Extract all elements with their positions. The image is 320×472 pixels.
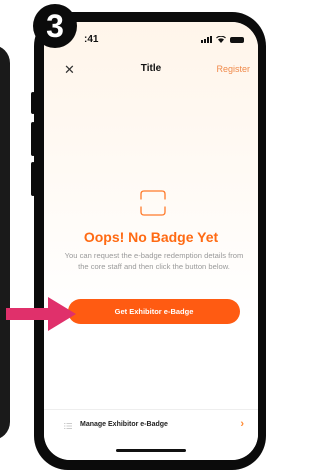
register-link[interactable]: Register <box>216 64 250 74</box>
step-number: 3 <box>46 7 64 44</box>
pointer-arrow-icon <box>6 297 76 331</box>
empty-state-description: You can request the e-badge redemption d… <box>64 251 244 271</box>
nav-bar: ✕ Title Register <box>44 60 258 84</box>
status-time: :41 <box>84 34 99 45</box>
signal-icon <box>201 36 212 43</box>
empty-state-title: Oops! No Badge Yet <box>83 229 219 245</box>
phone-side-button <box>31 162 35 196</box>
phone-side-button <box>31 92 35 114</box>
status-icons <box>201 36 244 43</box>
wifi-icon <box>216 36 226 43</box>
manage-exhibitor-ebadge-row[interactable]: Manage Exhibitor e-Badge › <box>44 409 258 460</box>
get-exhibitor-ebadge-button[interactable]: Get Exhibitor e-Badge <box>68 299 240 324</box>
list-icon <box>64 423 72 429</box>
get-exhibitor-ebadge-label: Get Exhibitor e-Badge <box>114 307 194 316</box>
chevron-right-icon: › <box>240 418 244 430</box>
battery-icon <box>230 37 244 43</box>
adjacent-phone-edge <box>0 45 10 440</box>
manage-exhibitor-ebadge-label: Manage Exhibitor e-Badge <box>80 421 168 428</box>
app-screen: :41 ✕ Title Register Oops! No Badge Yet … <box>44 22 258 460</box>
home-indicator <box>116 449 186 452</box>
step-number-badge: 3 <box>33 4 77 48</box>
phone-side-button <box>31 122 35 156</box>
scan-frame-icon <box>140 190 166 216</box>
